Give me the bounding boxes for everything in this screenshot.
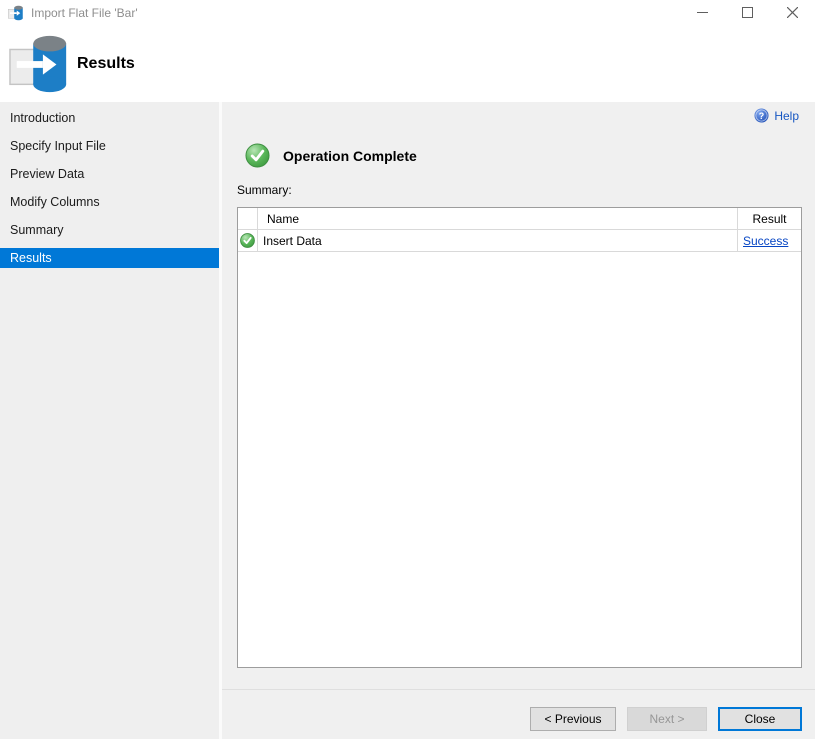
sidebar-item-introduction[interactable]: Introduction (0, 108, 219, 128)
window-title: Import Flat File 'Bar' (31, 6, 138, 20)
svg-text:?: ? (759, 111, 764, 121)
wizard-steps-sidebar: Introduction Specify Input File Preview … (0, 102, 219, 739)
help-link[interactable]: ? Help (754, 108, 799, 123)
operation-status-title: Operation Complete (283, 148, 417, 164)
results-page: ? Help Operation Complete Summary: (219, 102, 815, 739)
window-controls (680, 0, 815, 25)
table-header-name: Name (258, 208, 737, 229)
page-title: Results (77, 55, 135, 73)
row-status-cell (238, 230, 258, 251)
next-button[interactable]: Next > (627, 707, 707, 731)
summary-results-panel: Name Result (237, 207, 802, 668)
row-result-cell: Success (737, 230, 801, 251)
wizard-body: Introduction Specify Input File Preview … (0, 102, 815, 739)
success-check-icon (245, 143, 270, 168)
table-header-row: Name Result (238, 208, 801, 230)
table-row[interactable]: Insert Data Success (238, 230, 801, 252)
result-success-link[interactable]: Success (743, 234, 788, 248)
maximize-button[interactable] (725, 0, 770, 25)
sidebar-item-specify-input-file[interactable]: Specify Input File (0, 136, 219, 156)
row-task-name: Insert Data (258, 230, 737, 251)
minimize-button[interactable] (680, 0, 725, 25)
wizard-header: Results (0, 25, 815, 102)
help-label: Help (774, 109, 799, 123)
database-import-icon (9, 31, 71, 97)
table-header-icon-column (238, 208, 258, 229)
close-icon (787, 7, 798, 18)
maximize-icon (742, 7, 753, 18)
sidebar-item-results[interactable]: Results (0, 248, 219, 268)
import-flat-file-wizard-window: Import Flat File 'Bar' Results (0, 0, 815, 739)
wizard-footer: < Previous Next > Close (222, 689, 815, 739)
close-wizard-button[interactable]: Close (718, 707, 802, 731)
close-button[interactable] (770, 0, 815, 25)
summary-label: Summary: (237, 183, 292, 197)
titlebar: Import Flat File 'Bar' (0, 0, 815, 25)
table-header-result: Result (737, 208, 801, 229)
app-database-import-icon (8, 5, 24, 21)
previous-button[interactable]: < Previous (530, 707, 616, 731)
operation-status-row: Operation Complete (245, 143, 417, 168)
minimize-icon (697, 7, 708, 18)
sidebar-item-modify-columns[interactable]: Modify Columns (0, 192, 219, 212)
help-icon: ? (754, 108, 769, 123)
sidebar-item-summary[interactable]: Summary (0, 220, 219, 240)
success-check-icon (240, 233, 255, 248)
sidebar-item-preview-data[interactable]: Preview Data (0, 164, 219, 184)
